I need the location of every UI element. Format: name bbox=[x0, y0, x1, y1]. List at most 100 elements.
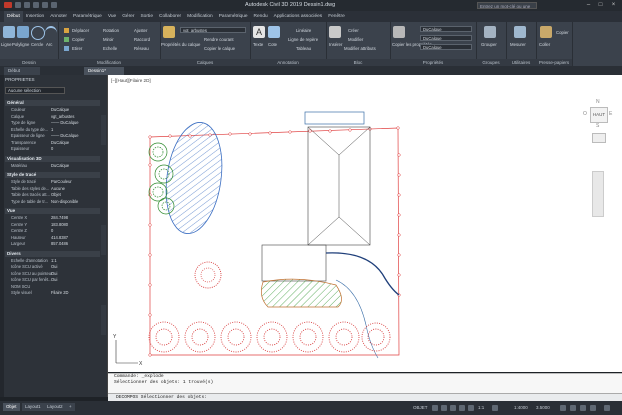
measure-icon[interactable] bbox=[514, 26, 526, 38]
ortho-icon[interactable] bbox=[450, 405, 456, 411]
mirror-button[interactable]: Miroir bbox=[103, 37, 114, 42]
property-value[interactable]: —— DuCalque bbox=[51, 133, 79, 139]
rotate-button[interactable]: Rotation bbox=[103, 28, 119, 33]
property-row[interactable]: Centre Z 0 bbox=[11, 228, 100, 234]
viewcube-south[interactable]: S bbox=[596, 123, 599, 129]
copy-button[interactable]: Copier bbox=[72, 37, 85, 42]
edit-attributes-button[interactable]: Modifier attributs bbox=[344, 46, 376, 51]
ribbon-tab[interactable]: Modification bbox=[184, 11, 216, 22]
ribbon-tab[interactable]: Applications associées bbox=[271, 11, 326, 22]
property-value[interactable]: Non-disponible bbox=[51, 199, 78, 205]
palette-side-tab[interactable] bbox=[101, 115, 106, 145]
property-value[interactable]: 0 bbox=[51, 146, 53, 152]
viewcube-face[interactable]: HAUT bbox=[590, 107, 608, 123]
layout-tab-1[interactable]: Layout1 bbox=[22, 403, 44, 411]
path-edge[interactable] bbox=[335, 279, 379, 359]
maximize-icon[interactable]: □ bbox=[596, 1, 605, 9]
minimize-icon[interactable]: – bbox=[584, 1, 593, 9]
group-icon[interactable] bbox=[484, 26, 496, 38]
panel-label[interactable]: Dessin bbox=[0, 59, 58, 66]
property-value[interactable]: vgt_arbustes bbox=[51, 114, 74, 120]
ribbon-tab[interactable]: Annoter bbox=[47, 11, 70, 22]
linetype-dropdown[interactable]: DuCalque bbox=[420, 35, 472, 41]
property-row[interactable]: Epaisseur de ligne —— DuCalque bbox=[11, 133, 100, 139]
save-icon[interactable] bbox=[33, 2, 39, 8]
property-value[interactable]: Oui bbox=[51, 277, 57, 283]
isolate-icon[interactable] bbox=[560, 405, 566, 411]
property-row[interactable]: Couleur DuCalque bbox=[11, 107, 100, 113]
property-value[interactable]: 284.7498 bbox=[51, 215, 68, 221]
property-value[interactable]: 1:1 bbox=[51, 258, 57, 264]
text-icon[interactable]: A bbox=[253, 26, 265, 38]
layout-tab-model[interactable]: Objet bbox=[3, 403, 20, 411]
property-section-header[interactable]: Vue bbox=[5, 208, 100, 214]
ribbon-tab[interactable]: Sortie bbox=[137, 11, 156, 22]
table-button[interactable]: Tableau bbox=[296, 46, 311, 51]
property-row[interactable]: Style visuel Filaire 2D bbox=[11, 290, 100, 296]
lineweight-dropdown[interactable]: DuCalque bbox=[420, 44, 472, 50]
ribbon-tab[interactable]: Paramétrique bbox=[216, 11, 251, 22]
property-row[interactable]: Table des styles de... Aucune bbox=[11, 186, 100, 192]
annotation-scale[interactable]: 1:1 bbox=[478, 404, 484, 412]
palette-side-tab[interactable] bbox=[101, 225, 106, 255]
property-value[interactable]: Oui bbox=[51, 271, 57, 277]
circle-icon[interactable] bbox=[31, 26, 45, 40]
property-section-header[interactable]: Style de tracé bbox=[5, 172, 100, 178]
circle-button[interactable]: Cercle bbox=[31, 42, 43, 47]
grid-icon[interactable] bbox=[432, 405, 438, 411]
array-button[interactable]: Réseau bbox=[134, 46, 149, 51]
viewcube-east[interactable]: E bbox=[609, 111, 612, 117]
property-section-header[interactable]: Général bbox=[5, 100, 100, 106]
file-tab-drawing[interactable]: Dessin1* bbox=[84, 67, 124, 75]
layer-properties-icon[interactable] bbox=[163, 26, 175, 38]
property-row[interactable]: Type de table de tr... Non-disponible bbox=[11, 199, 100, 205]
layout-tab-2[interactable]: Layout2 bbox=[44, 403, 66, 411]
property-row[interactable]: Hauteur 414.8387 bbox=[11, 235, 100, 241]
tile-value[interactable]: 3.5000 bbox=[536, 404, 550, 412]
line-icon[interactable] bbox=[3, 26, 15, 38]
polar-icon[interactable] bbox=[459, 405, 465, 411]
property-row[interactable]: Largeur 857.0486 bbox=[11, 241, 100, 247]
group-button[interactable]: Grouper bbox=[481, 42, 497, 47]
layer-properties-button[interactable]: Propriétés du calque bbox=[161, 42, 200, 47]
property-value[interactable]: 857.0486 bbox=[51, 241, 68, 247]
close-icon[interactable]: × bbox=[609, 1, 618, 9]
property-value[interactable]: —— DuCalque bbox=[51, 120, 79, 126]
edit-block-button[interactable]: Modifier bbox=[348, 37, 363, 42]
navigation-bar[interactable] bbox=[592, 171, 604, 217]
property-row[interactable]: Echelle d'annotation 1:1 bbox=[11, 258, 100, 264]
dimension-button[interactable]: Cote bbox=[268, 42, 277, 47]
property-row[interactable]: NOM SCU bbox=[11, 284, 100, 290]
copy-layer-button[interactable]: Copier le calque bbox=[204, 46, 235, 51]
drawing-area[interactable]: [−][Haut][Filaire 2D] Y X N HAUT O E S bbox=[108, 75, 622, 372]
app-menu-icon[interactable] bbox=[4, 2, 12, 8]
polyline-button[interactable]: Polyligne bbox=[12, 42, 29, 47]
move-button[interactable]: Déplacer bbox=[72, 28, 89, 33]
match-properties-icon[interactable] bbox=[393, 26, 405, 38]
file-tab-start[interactable]: Début bbox=[4, 67, 40, 75]
search-input[interactable]: Entrez un mot-clé ou une expression bbox=[477, 2, 537, 16]
color-dropdown[interactable]: DuCalque bbox=[420, 26, 472, 32]
create-block-button[interactable]: Créer bbox=[348, 28, 359, 33]
property-value[interactable]: 1 bbox=[51, 127, 53, 133]
stretch-button[interactable]: Etirer bbox=[72, 46, 82, 51]
property-section-header[interactable]: Divers bbox=[5, 250, 100, 257]
scale-button[interactable]: Echelle bbox=[103, 46, 117, 51]
panel-label[interactable]: Presse-papiers bbox=[536, 59, 572, 66]
new-icon[interactable] bbox=[15, 2, 21, 8]
property-value[interactable]: 414.8387 bbox=[51, 235, 68, 241]
insert-block-icon[interactable] bbox=[329, 26, 341, 38]
property-row[interactable]: Matériau DuCalque bbox=[11, 163, 100, 169]
property-row[interactable]: Icône SCU activé Oui bbox=[11, 264, 100, 270]
property-value[interactable]: DuCalque bbox=[51, 163, 69, 169]
insert-button[interactable]: Insérer bbox=[329, 42, 342, 47]
panel-label[interactable]: Utilitaires bbox=[506, 59, 536, 66]
planting-bed[interactable] bbox=[261, 278, 342, 308]
ribbon-tab[interactable]: Rendu bbox=[251, 11, 271, 22]
panel-label[interactable]: Groupes bbox=[476, 59, 506, 66]
hardware-accel-icon[interactable] bbox=[570, 405, 576, 411]
ribbon-tab[interactable]: Insertion bbox=[23, 11, 47, 22]
model-space-label[interactable]: OBJET bbox=[413, 404, 428, 412]
copy-clip-button[interactable]: Copier bbox=[556, 30, 569, 35]
text-button[interactable]: Texte bbox=[253, 42, 263, 47]
